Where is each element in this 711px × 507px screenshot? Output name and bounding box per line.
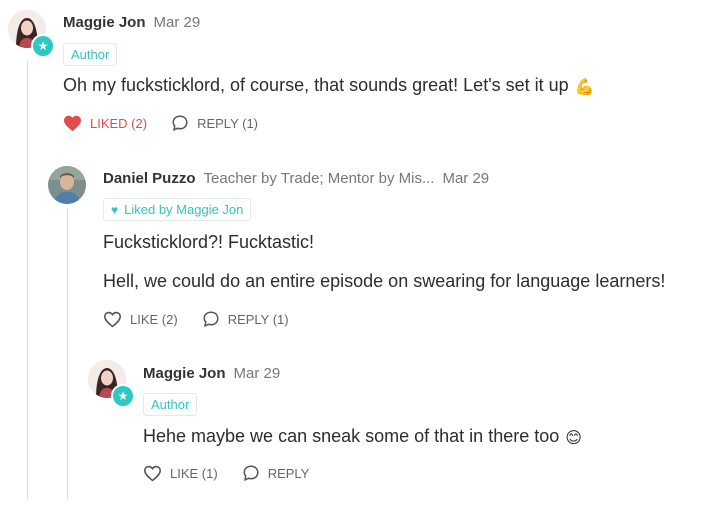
like-label: LIKE (1) (170, 465, 218, 481)
heart-outline-icon (103, 311, 122, 327)
like-label: LIKE (2) (130, 311, 178, 327)
comment-date[interactable]: Mar 29 (234, 365, 281, 382)
comment-text: Hehe maybe we can sneak some of that in … (143, 426, 560, 446)
star-icon: ★ (31, 34, 55, 58)
comment-text-line-2: Hell, we could do an entire episode on s… (103, 271, 666, 291)
reply-label: REPLY (267, 465, 310, 481)
avatar[interactable] (48, 166, 86, 204)
author-name[interactable]: Daniel Puzzo (103, 170, 196, 187)
star-icon: ★ (111, 384, 135, 408)
reply-button[interactable]: REPLY (242, 464, 310, 482)
author-tag: Author (63, 43, 118, 66)
heart-icon: ♥ (111, 203, 119, 217)
reply-button[interactable]: REPLY (1) (171, 114, 258, 132)
reply-bubble-icon (243, 465, 259, 481)
author-tag: Author (143, 393, 198, 416)
comment-date[interactable]: Mar 29 (442, 170, 489, 187)
reply-bubble-icon (203, 311, 219, 327)
author-name[interactable]: Maggie Jon (143, 365, 226, 382)
comment-maggie-2: ★ Maggie Jon Mar 29 Author Hehe maybe we… (0, 350, 711, 507)
comment-text-line-1: Fucksticklord?! Fucktastic! (103, 232, 315, 252)
comment-maggie-1: ★ Maggie Jon Mar 29 Author Oh my fucksti… (0, 0, 711, 150)
comment-date[interactable]: Mar 29 (154, 14, 201, 31)
comment-body: Oh my fucksticklord, of course, that sou… (63, 75, 595, 97)
liked-by-author-tag: ♥ Liked by Maggie Jon (103, 198, 252, 221)
author-name[interactable]: Maggie Jon (63, 14, 146, 31)
reply-label: REPLY (1) (197, 115, 259, 131)
heart-outline-icon (143, 465, 162, 481)
like-button[interactable]: LIKE (1) (143, 465, 218, 482)
like-label: LIKED (2) (90, 115, 148, 131)
author-bio: Teacher by Trade; Mentor by Mis... (203, 170, 435, 187)
reply-button[interactable]: REPLY (1) (202, 310, 289, 328)
comment-text: Oh my fucksticklord, of course, that sou… (63, 75, 569, 95)
smiling-face-emoji: 😊 (565, 430, 582, 447)
flexed-biceps-emoji: 💪 (574, 79, 595, 96)
like-button[interactable]: LIKE (2) (103, 311, 178, 328)
comment-daniel: Daniel Puzzo Teacher by Trade; Mentor by… (0, 150, 711, 340)
reply-label: REPLY (1) (227, 311, 289, 327)
liked-by-label: Liked by Maggie Jon (124, 202, 244, 217)
heart-filled-icon (64, 115, 81, 131)
reply-bubble-icon (172, 115, 188, 131)
liked-button[interactable]: LIKED (2) (63, 115, 147, 132)
comment-body: Hehe maybe we can sneak some of that in … (143, 426, 582, 448)
